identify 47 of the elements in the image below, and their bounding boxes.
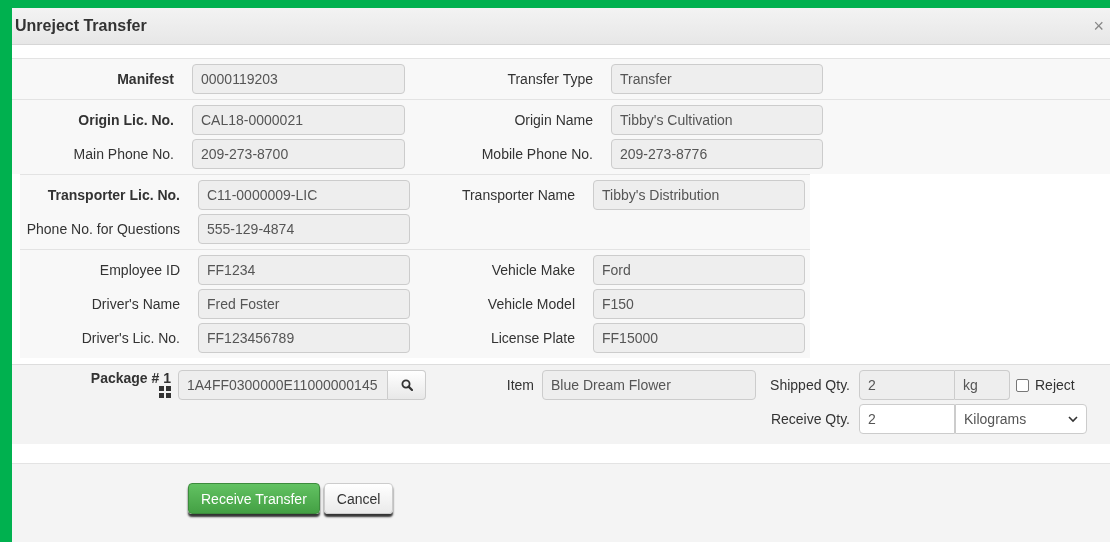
field-label: Vehicle Model	[486, 296, 576, 312]
readonly-field[interactable]: Ford	[593, 255, 805, 285]
readonly-field[interactable]: 555-129-4874	[198, 214, 410, 244]
readonly-field[interactable]: C11-0000009-LIC	[198, 180, 410, 210]
readonly-field[interactable]: FF123456789	[198, 323, 410, 353]
reject-checkbox[interactable]: Reject	[1016, 377, 1087, 393]
unit-field[interactable]: kg	[955, 370, 1010, 400]
readonly-field[interactable]: FF1234	[198, 255, 410, 285]
field-label: Phone No. for Questions	[25, 221, 181, 237]
package-label: Package # 1	[90, 370, 171, 386]
field-label: Item	[505, 377, 535, 393]
field-label: Transporter Name	[460, 187, 576, 203]
dialog-title: Unreject Transfer	[15, 17, 147, 35]
readonly-field[interactable]: Blue Dream Flower	[542, 370, 756, 400]
field-label: Driver's Lic. No.	[80, 330, 181, 346]
field-label: Mobile Phone No.	[480, 146, 594, 162]
readonly-field[interactable]: Tibby's Distribution	[593, 180, 805, 210]
readonly-field[interactable]: Transfer	[611, 64, 823, 94]
quantity-input[interactable]: 2	[859, 404, 955, 434]
readonly-field[interactable]: Tibby's Cultivation	[611, 105, 823, 135]
search-button[interactable]	[388, 370, 426, 400]
field-label: Vehicle Make	[490, 262, 576, 278]
field-label: Origin Name	[513, 112, 594, 128]
field-label: Receive Qty.	[769, 411, 851, 427]
field-label: Transporter Lic. No.	[46, 187, 181, 203]
readonly-field[interactable]: CAL18-0000021	[192, 105, 405, 135]
field-label: Employee ID	[98, 262, 181, 278]
chevron-down-icon	[1068, 415, 1078, 423]
unit-select[interactable]: Kilograms	[955, 404, 1087, 434]
field-label: Manifest	[116, 71, 175, 87]
field-label: License Plate	[489, 330, 576, 346]
cancel-button[interactable]: Cancel	[323, 483, 394, 514]
grid-icon[interactable]	[159, 386, 171, 398]
search-icon	[400, 379, 413, 391]
readonly-field[interactable]: FF15000	[593, 323, 805, 353]
readonly-field[interactable]: 0000119203	[192, 64, 405, 94]
readonly-field[interactable]: F150	[593, 289, 805, 319]
field-label: Origin Lic. No.	[77, 112, 175, 128]
readonly-field[interactable]: 209-273-8776	[611, 139, 823, 169]
readonly-field[interactable]: 2	[859, 370, 955, 400]
field-label: Transfer Type	[506, 71, 594, 87]
readonly-field[interactable]: 209-273-8700	[192, 139, 405, 169]
field-label: Shipped Qty.	[769, 377, 851, 393]
field-label: Main Phone No.	[72, 146, 175, 162]
field-label: Driver's Name	[90, 296, 181, 312]
readonly-field[interactable]: Fred Foster	[198, 289, 410, 319]
package-id-field[interactable]: 1A4FF0300000E11000000145	[178, 370, 389, 400]
